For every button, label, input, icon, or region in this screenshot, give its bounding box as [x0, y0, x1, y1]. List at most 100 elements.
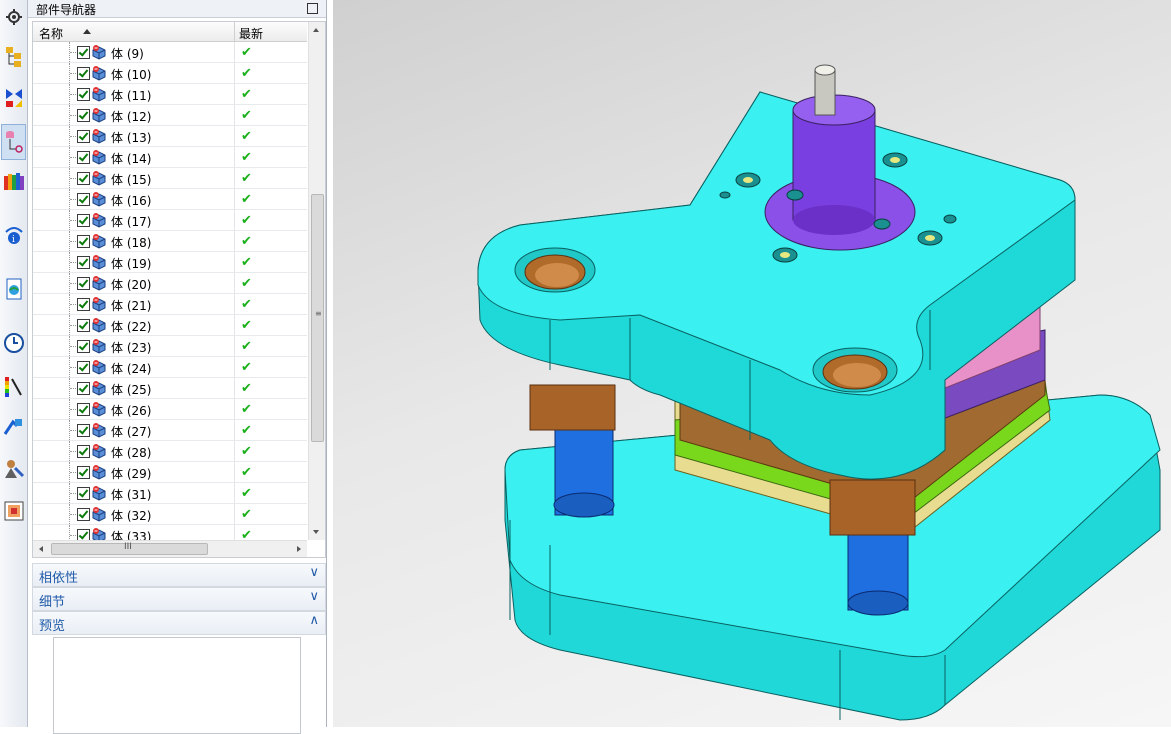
section-details[interactable]: 细节 ∨	[32, 587, 326, 611]
tree-row[interactable]: 体 (16) ✔	[33, 189, 307, 210]
tree-row[interactable]: 体 (10) ✔	[33, 63, 307, 84]
tree-row-label: 体 (18)	[111, 236, 152, 250]
body-icon	[92, 381, 106, 396]
tree-row[interactable]: 体 (21) ✔	[33, 294, 307, 315]
visibility-checkbox[interactable]	[77, 445, 90, 458]
body-icon	[92, 423, 106, 438]
visibility-checkbox[interactable]	[77, 382, 90, 395]
scroll-left-icon[interactable]	[39, 546, 43, 552]
tree-row[interactable]: 体 (29) ✔	[33, 462, 307, 483]
palette-icon[interactable]	[1, 494, 26, 528]
chevron-down-icon[interactable]: ∨	[309, 589, 319, 604]
body-icon	[92, 297, 106, 312]
visibility-checkbox[interactable]	[77, 172, 90, 185]
section-preview[interactable]: 预览 ∧	[32, 611, 326, 635]
vertical-scrollbar[interactable]: ≡	[308, 22, 325, 540]
horizontal-scrollbar[interactable]: III	[33, 540, 307, 557]
tree-row[interactable]: 体 (11) ✔	[33, 84, 307, 105]
tree-row[interactable]: 体 (20) ✔	[33, 273, 307, 294]
visibility-checkbox[interactable]	[77, 193, 90, 206]
tree-row[interactable]: 体 (26) ✔	[33, 399, 307, 420]
tree-rows: 体 (9) ✔ 体 (10) ✔ 体 (11) ✔ 体 (12) ✔ 体 (13) ✔ 体 (14)…	[33, 42, 307, 557]
visibility-checkbox[interactable]	[77, 151, 90, 164]
tree-row[interactable]: 体 (13) ✔	[33, 126, 307, 147]
part-navigator-icon[interactable]	[1, 124, 26, 160]
assembly-navigator-icon[interactable]	[1, 40, 26, 74]
process-studio-icon[interactable]	[1, 410, 26, 444]
tree-line	[70, 304, 76, 305]
scroll-grip: ≡	[315, 309, 322, 318]
vertical-scroll-thumb[interactable]: ≡	[311, 194, 324, 442]
tree-row-label: 体 (26)	[111, 404, 152, 418]
visibility-checkbox[interactable]	[77, 67, 90, 80]
visibility-checkbox[interactable]	[77, 319, 90, 332]
tree-row[interactable]: 体 (17) ✔	[33, 210, 307, 231]
visibility-checkbox[interactable]	[77, 424, 90, 437]
tree-row[interactable]: 体 (15) ✔	[33, 168, 307, 189]
visibility-checkbox[interactable]	[77, 466, 90, 479]
visibility-checkbox[interactable]	[77, 130, 90, 143]
tree-row[interactable]: 体 (23) ✔	[33, 336, 307, 357]
graphics-window[interactable]	[333, 0, 1171, 727]
column-header-name[interactable]: 名称	[39, 25, 63, 42]
check-icon: ✔	[241, 129, 252, 144]
column-separator	[234, 441, 235, 461]
web-browser-icon[interactable]	[1, 272, 26, 306]
body-icon	[92, 213, 106, 228]
tree-row[interactable]: 体 (27) ✔	[33, 420, 307, 441]
visibility-checkbox[interactable]	[77, 235, 90, 248]
tree-row[interactable]: 体 (31) ✔	[33, 483, 307, 504]
tree-row[interactable]: 体 (28) ✔	[33, 441, 307, 462]
settings-icon[interactable]	[1, 0, 26, 34]
constraint-navigator-icon[interactable]	[1, 80, 26, 114]
hd3d-tools-icon[interactable]: i	[1, 218, 26, 252]
part-tree[interactable]: 名称 最新 体 (9) ✔ 体 (10) ✔ 体 (11) ✔ 体 (12) ✔ 体 (13) ✔…	[32, 21, 326, 558]
column-separator	[234, 294, 235, 314]
history-icon[interactable]	[1, 326, 26, 360]
tree-row[interactable]: 体 (24) ✔	[33, 357, 307, 378]
visibility-checkbox[interactable]	[77, 508, 90, 521]
scroll-grip: III	[124, 542, 132, 552]
visibility-checkbox[interactable]	[77, 298, 90, 311]
tree-line	[70, 451, 76, 452]
visibility-checkbox[interactable]	[77, 277, 90, 290]
body-icon	[92, 108, 106, 123]
visibility-checkbox[interactable]	[77, 88, 90, 101]
chevron-down-icon[interactable]: ∨	[309, 565, 319, 580]
roles-icon[interactable]	[1, 452, 26, 486]
tree-row[interactable]: 体 (32) ✔	[33, 504, 307, 525]
tree-line	[70, 220, 76, 221]
tree-row[interactable]: 体 (18) ✔	[33, 231, 307, 252]
scroll-down-icon[interactable]	[313, 530, 319, 534]
body-icon	[92, 150, 106, 165]
tree-row[interactable]: 体 (14) ✔	[33, 147, 307, 168]
tree-row[interactable]: 体 (25) ✔	[33, 378, 307, 399]
sort-ascending-icon[interactable]	[83, 29, 91, 34]
tree-row[interactable]: 体 (22) ✔	[33, 315, 307, 336]
maximize-icon[interactable]	[307, 3, 318, 14]
section-dependencies[interactable]: 相依性 ∨	[32, 563, 326, 587]
section-title: 预览	[39, 619, 66, 634]
tree-row[interactable]: 体 (12) ✔	[33, 105, 307, 126]
tree-row[interactable]: 体 (19) ✔	[33, 252, 307, 273]
chevron-up-icon[interactable]: ∧	[309, 613, 319, 628]
reuse-library-icon[interactable]	[1, 164, 26, 198]
visibility-checkbox[interactable]	[77, 340, 90, 353]
visibility-checkbox[interactable]	[77, 256, 90, 269]
horizontal-scroll-thumb[interactable]: III	[51, 542, 208, 555]
visibility-checkbox[interactable]	[77, 403, 90, 416]
die-set-model[interactable]	[333, 0, 1171, 727]
visibility-checkbox[interactable]	[77, 109, 90, 122]
tree-row-label: 体 (9)	[111, 47, 144, 61]
tree-row-label: 体 (12)	[111, 110, 152, 124]
visibility-checkbox[interactable]	[77, 214, 90, 227]
tree-row[interactable]: 体 (9) ✔	[33, 42, 307, 63]
visibility-checkbox[interactable]	[77, 46, 90, 59]
visualization-icon[interactable]	[1, 370, 26, 404]
scroll-right-icon[interactable]	[297, 546, 301, 552]
visibility-checkbox[interactable]	[77, 487, 90, 500]
scroll-up-icon[interactable]	[313, 28, 319, 32]
visibility-checkbox[interactable]	[77, 361, 90, 374]
check-icon: ✔	[241, 150, 252, 165]
column-header-latest[interactable]: 最新	[239, 25, 263, 42]
